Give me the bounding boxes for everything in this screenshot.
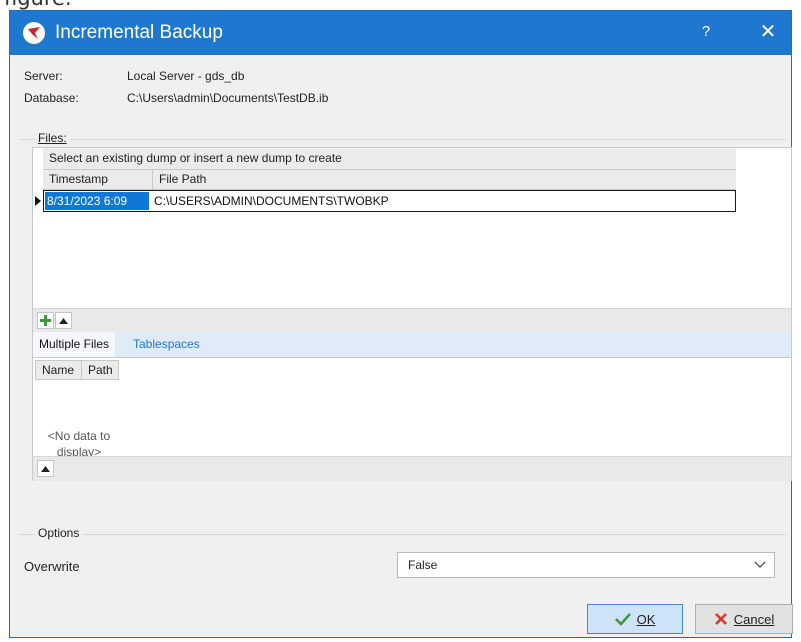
options-legend: Options bbox=[35, 526, 83, 540]
files-group-line bbox=[19, 139, 787, 140]
grid-header: Timestamp File Path bbox=[43, 170, 736, 190]
page-caption: figure. bbox=[4, 0, 72, 10]
grid-caption: Select an existing dump or insert a new … bbox=[43, 148, 736, 170]
title-bar: Incremental Backup ? ✕ bbox=[10, 11, 791, 55]
cancel-label: Cancel bbox=[733, 611, 775, 627]
checkmark-icon bbox=[614, 613, 631, 626]
move-up-button[interactable] bbox=[55, 312, 72, 329]
current-row-indicator-icon bbox=[35, 196, 41, 206]
database-label: Database: bbox=[24, 91, 79, 105]
incremental-backup-dialog: Incremental Backup ? ✕ Server: Local Ser… bbox=[9, 10, 793, 638]
multiple-files-navigator bbox=[33, 456, 791, 481]
files-panel: Select an existing dump or insert a new … bbox=[32, 147, 792, 481]
options-group-line bbox=[19, 534, 787, 535]
overwrite-select[interactable]: False bbox=[397, 552, 775, 578]
tab-tablespaces[interactable]: Tablespaces bbox=[127, 332, 206, 357]
help-button[interactable]: ? bbox=[696, 23, 716, 40]
add-file-button[interactable] bbox=[37, 312, 54, 329]
app-logo-icon bbox=[23, 22, 45, 44]
column-header-name[interactable]: Name bbox=[36, 361, 82, 380]
chevron-down-icon bbox=[754, 561, 766, 568]
ok-button[interactable]: OK bbox=[587, 604, 683, 634]
overwrite-label: Overwrite bbox=[24, 559, 80, 574]
move-up-button-2[interactable] bbox=[37, 460, 54, 477]
cancel-button[interactable]: Cancel bbox=[695, 604, 793, 634]
up-arrow-icon bbox=[59, 317, 68, 324]
files-navigator bbox=[33, 308, 791, 333]
server-label: Server: bbox=[24, 69, 63, 83]
timestamp-cell[interactable]: 8/31/2023 6:09 bbox=[45, 192, 149, 210]
overwrite-value: False bbox=[408, 558, 438, 572]
file-path-cell[interactable]: C:\USERS\ADMIN\DOCUMENTS\TWOBKP bbox=[154, 192, 389, 210]
tab-strip: Multiple Files Tablespaces bbox=[33, 332, 791, 358]
tab-multiple-files[interactable]: Multiple Files bbox=[33, 332, 116, 357]
plus-icon bbox=[40, 315, 51, 326]
server-value: Local Server - gds_db bbox=[127, 69, 245, 83]
files-legend: Files: bbox=[35, 131, 70, 145]
column-header-file-path[interactable]: File Path bbox=[153, 170, 736, 189]
up-arrow-icon bbox=[41, 465, 50, 472]
column-header-path[interactable]: Path bbox=[82, 361, 118, 380]
table-row[interactable]: 8/31/2023 6:09 C:\USERS\ADMIN\DOCUMENTS\… bbox=[43, 190, 736, 212]
window-title: Incremental Backup bbox=[55, 22, 223, 43]
database-value: C:\Users\admin\Documents\TestDB.ib bbox=[127, 91, 329, 105]
empty-state-line-1: <No data to bbox=[47, 429, 111, 443]
column-header-timestamp[interactable]: Timestamp bbox=[43, 170, 153, 189]
ok-label: OK bbox=[636, 611, 656, 627]
multiple-files-header: Name Path bbox=[35, 360, 119, 380]
close-button[interactable]: ✕ bbox=[753, 19, 783, 44]
cancel-x-icon bbox=[714, 613, 727, 625]
